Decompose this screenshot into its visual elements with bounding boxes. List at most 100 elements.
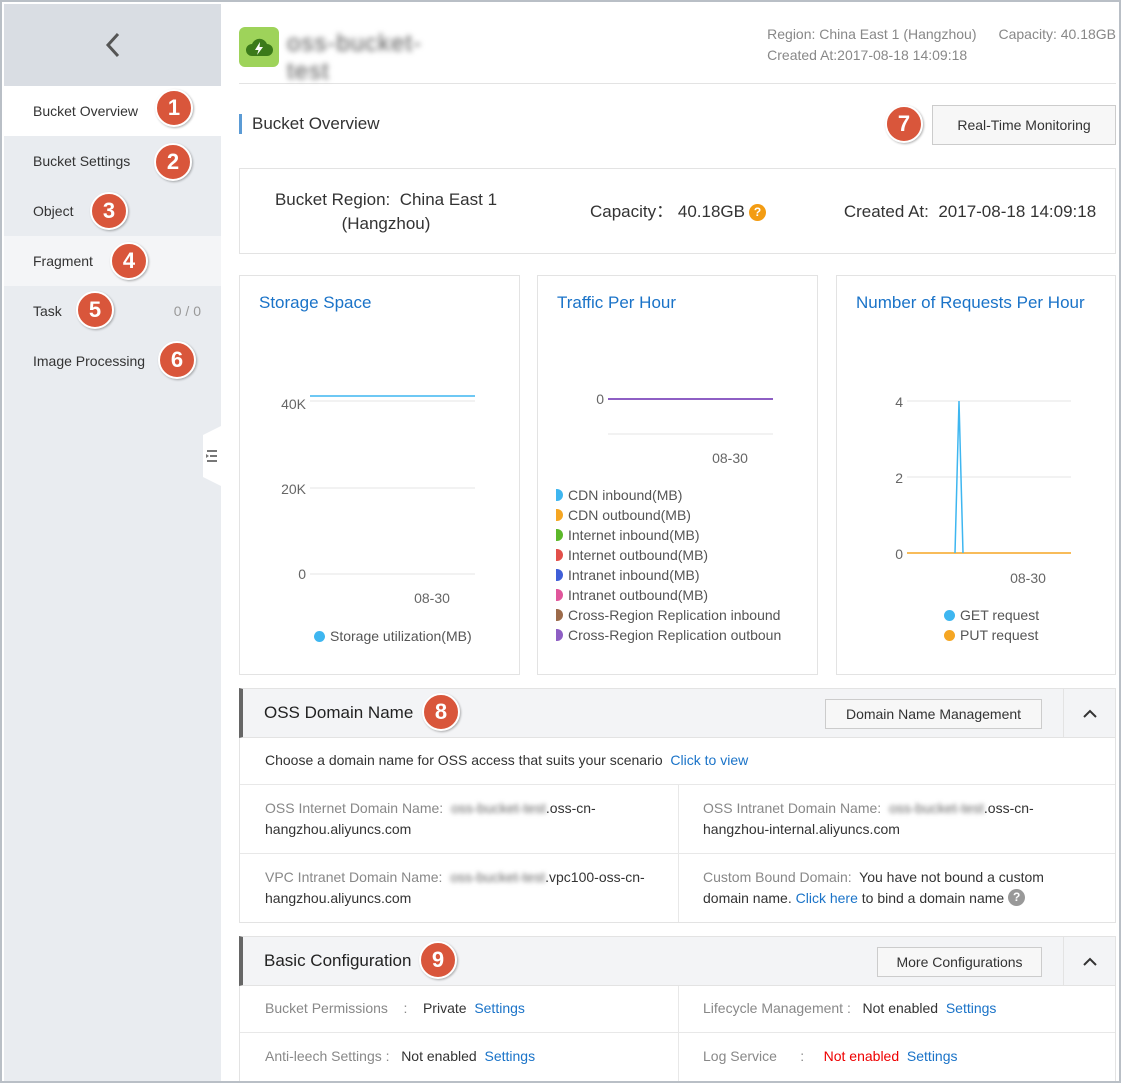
sidebar-item-label: Task — [33, 303, 62, 319]
colon: : — [385, 1048, 390, 1064]
custom-domain-text-3: to bind a domain name — [861, 890, 1005, 906]
sidebar-item-label: Fragment — [33, 253, 93, 269]
legend-swatch — [556, 529, 563, 541]
region-label: Bucket Region: — [274, 190, 391, 209]
x-tick-label: 08-30 — [414, 590, 450, 606]
help-icon[interactable]: ? — [1008, 889, 1026, 906]
legend-item[interactable]: Cross-Region Replication outboun — [556, 625, 781, 645]
chart-legend: Storage utilization(MB) — [314, 626, 472, 646]
intranet-domain: OSS Intranet Domain Name: oss-bucket-tes… — [703, 798, 1103, 840]
chart-legend: CDN inbound(MB) CDN outbound(MB) Interne… — [556, 485, 781, 645]
internet-domain-prefix: oss-bucket-test — [450, 800, 546, 816]
domain-panel-body: Choose a domain name for OSS access that… — [239, 738, 1116, 923]
legend-item[interactable]: Intranet outbound(MB) — [556, 585, 781, 605]
legend-label: Intranet outbound(MB) — [568, 587, 709, 603]
help-icon[interactable]: ? — [748, 203, 766, 221]
vpc-domain-prefix: oss-bucket-test — [450, 869, 546, 885]
permissions-label: Bucket Permissions — [265, 1000, 388, 1016]
region-value: China East 1 — [399, 190, 498, 209]
legend-item[interactable]: Internet outbound(MB) — [556, 545, 781, 565]
storage-space-chart: 40K 20K 0 08-30 — [281, 395, 475, 606]
header-meta: Region: China East 1 (Hangzhou) Capacity:… — [767, 24, 1116, 66]
intranet-domain-prefix: oss-bucket-test — [888, 800, 984, 816]
legend-item[interactable]: PUT request — [944, 625, 1039, 645]
vpc-domain-suffix: .vpc100-oss-cn- — [545, 869, 645, 885]
custom-domain-text-2: domain name. — [703, 890, 792, 906]
overview-summary: Bucket Region: China East 1 (Hangzhou) Ca… — [239, 168, 1116, 254]
realtime-monitoring-button[interactable]: Real-Time Monitoring — [932, 105, 1116, 145]
sidebar-item-label: Bucket Overview — [33, 103, 139, 119]
legend-item[interactable]: Storage utilization(MB) — [314, 626, 472, 646]
legend-item[interactable]: GET request — [944, 605, 1039, 625]
created-label: Created At: — [843, 202, 929, 221]
collapse-menu-icon — [206, 450, 217, 462]
log-settings-link[interactable]: Settings — [907, 1048, 958, 1064]
intranet-domain-suffix: .oss-cn- — [983, 800, 1034, 816]
legend-label: GET request — [960, 607, 1040, 623]
chevron-up-icon — [1082, 709, 1097, 718]
domain-panel-header: OSS Domain Name Domain Name Management — [239, 688, 1116, 738]
log-label: Log Service — [703, 1048, 777, 1064]
legend-swatch — [556, 569, 563, 581]
legend-item[interactable]: CDN inbound(MB) — [556, 485, 781, 505]
header-region: Region: China East 1 (Hangzhou) — [767, 26, 977, 42]
custom-domain: Custom Bound Domain: You have not bound … — [703, 867, 1103, 909]
lifecycle-label: Lifecycle Management — [703, 1000, 844, 1016]
legend-label: PUT request — [960, 627, 1039, 643]
column-divider — [678, 986, 679, 1081]
collapse-button[interactable] — [1063, 937, 1115, 985]
panel-title: Basic Configuration — [264, 951, 412, 970]
legend-label: CDN outbound(MB) — [568, 507, 691, 523]
region-value-2: (Hangzhou) — [341, 214, 431, 233]
legend-swatch — [556, 549, 563, 561]
legend-item[interactable]: Intranet inbound(MB) — [556, 565, 781, 585]
internet-domain-label: OSS Internet Domain Name: — [265, 800, 444, 816]
section-title: Bucket Overview — [239, 114, 380, 134]
callout-marker: 4 — [110, 242, 148, 280]
legend-item[interactable]: Internet inbound(MB) — [556, 525, 781, 545]
sidebar-collapse-handle[interactable] — [203, 426, 221, 486]
sidebar-item-label: Bucket Settings — [33, 153, 131, 169]
x-tick-label: 08-30 — [1010, 570, 1046, 586]
domain-management-button[interactable]: Domain Name Management — [825, 699, 1042, 729]
permissions-value: Private — [422, 1000, 467, 1016]
chevron-up-icon — [1082, 957, 1097, 966]
page-header: oss-bucket-test Region: China East 1 (Ha… — [239, 18, 1116, 85]
log-service: Log Service : Not enabled Settings — [703, 1046, 958, 1067]
y-tick-label: 0 — [895, 546, 903, 562]
header-created: Created At:2017-08-18 14:09:18 — [767, 47, 968, 63]
traffic-per-hour-card: Traffic Per Hour 0 08-30 CDN inbound(MB)… — [537, 275, 818, 675]
callout-marker: 2 — [154, 143, 192, 181]
click-here-link[interactable]: Click here — [796, 890, 858, 906]
colon: : — [800, 1048, 805, 1064]
internet-domain-suffix-2: hangzhou.aliyuncs.com — [265, 821, 412, 837]
antileech-settings-link[interactable]: Settings — [484, 1048, 535, 1064]
bucket-cloud-icon — [239, 27, 279, 67]
legend-item[interactable]: CDN outbound(MB) — [556, 505, 781, 525]
lifecycle-settings-link[interactable]: Settings — [946, 1000, 997, 1016]
colon: : — [846, 1000, 851, 1016]
callout-marker: 1 — [155, 89, 193, 127]
permissions-settings-link[interactable]: Settings — [474, 1000, 525, 1016]
legend-label: Cross-Region Replication inbound — [568, 607, 781, 623]
y-tick-label: 4 — [895, 394, 903, 410]
back-button[interactable] — [4, 4, 221, 86]
legend-label: Storage utilization(MB) — [330, 628, 472, 644]
header-capacity: Capacity: 40.18GB — [998, 26, 1116, 42]
config-panel-header: Basic Configuration More Configurations — [239, 936, 1116, 986]
collapse-button[interactable] — [1063, 689, 1115, 737]
anti-leech-settings: Anti-leech Settings : Not enabled Settin… — [265, 1046, 535, 1067]
legend-swatch — [556, 509, 563, 521]
callout-marker: 3 — [90, 192, 128, 230]
legend-label: CDN inbound(MB) — [568, 487, 683, 503]
more-configurations-button[interactable]: More Configurations — [877, 947, 1042, 977]
internet-domain-suffix: .oss-cn- — [545, 800, 596, 816]
internet-domain: OSS Internet Domain Name: oss-bucket-tes… — [265, 798, 665, 840]
legend-item[interactable]: Cross-Region Replication inbound — [556, 605, 781, 625]
legend-label: Internet outbound(MB) — [568, 547, 709, 563]
callout-marker: 6 — [158, 341, 196, 379]
lifecycle-management: Lifecycle Management : Not enabled Setti… — [703, 998, 996, 1019]
click-to-view-link[interactable]: Click to view — [670, 752, 748, 768]
legend-label: Cross-Region Replication outboun — [568, 627, 782, 643]
requests-per-hour-card: Number of Requests Per Hour 4 2 0 08-30 … — [836, 275, 1116, 675]
